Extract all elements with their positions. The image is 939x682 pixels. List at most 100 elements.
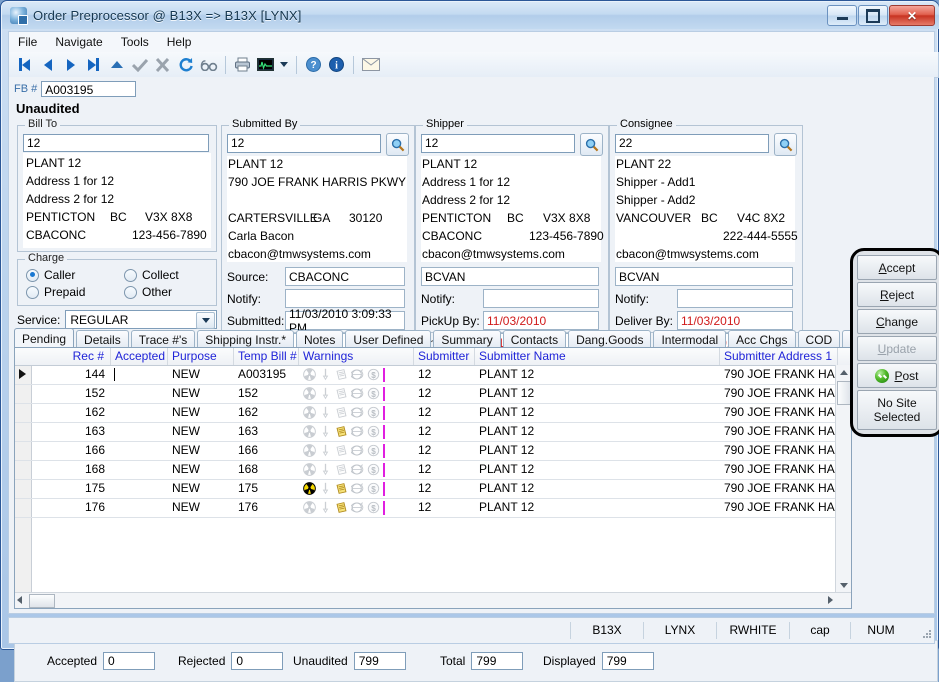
tab-acc-chgs[interactable]: Acc Chgs bbox=[728, 330, 795, 348]
table-row[interactable]: 162NEW162$12PLANT 12790 JOE FRANK HARRIS bbox=[15, 403, 851, 423]
monitor-button[interactable] bbox=[254, 54, 277, 75]
total-displayed-value[interactable]: 799 bbox=[602, 652, 654, 670]
cell-warnings[interactable]: $ bbox=[299, 403, 414, 422]
grid-header-rec[interactable]: Rec # bbox=[31, 348, 111, 365]
grid-header-accepted[interactable]: Accepted bbox=[111, 348, 168, 365]
cell-submitter-name[interactable]: PLANT 12 bbox=[475, 498, 720, 517]
cell-address1[interactable]: 790 JOE FRANK HARRIS bbox=[720, 422, 838, 441]
cell-warnings[interactable]: $ bbox=[299, 422, 414, 441]
cell-submitter[interactable]: 12 bbox=[414, 498, 475, 517]
consignee-code-input[interactable]: 22 bbox=[615, 134, 769, 153]
grid-header-warnings[interactable]: Warnings bbox=[299, 348, 414, 365]
source-input[interactable]: CBACONC bbox=[285, 267, 405, 286]
table-row[interactable]: 144NEWA003195$12PLANT 12790 JOE FRANK HA… bbox=[15, 365, 851, 385]
help-button[interactable]: ? bbox=[302, 54, 325, 75]
cell-temp-bill[interactable]: 166 bbox=[234, 441, 299, 460]
consignee-search-button[interactable] bbox=[774, 133, 797, 156]
last-record-button[interactable] bbox=[82, 54, 105, 75]
grid-header-temp-bill[interactable]: Temp Bill # bbox=[234, 348, 299, 365]
menu-navigate[interactable]: Navigate bbox=[46, 33, 111, 51]
cell-address1[interactable]: 790 JOE FRANK HARRIS bbox=[720, 460, 838, 479]
shipper-search-button[interactable] bbox=[580, 133, 603, 156]
tab-summary[interactable]: Summary bbox=[433, 330, 500, 348]
tab-details[interactable]: Details bbox=[76, 330, 129, 348]
cell-warnings[interactable]: $ bbox=[299, 479, 414, 498]
cell-accepted[interactable] bbox=[111, 422, 168, 441]
cell-warnings[interactable]: $ bbox=[299, 365, 414, 384]
charge-radio-prepaid[interactable]: Prepaid bbox=[26, 285, 85, 299]
table-row[interactable]: 163NEW163$12PLANT 12790 JOE FRANK HARRIS bbox=[15, 422, 851, 442]
cell-accepted[interactable] bbox=[111, 441, 168, 460]
cell-submitter-name[interactable]: PLANT 12 bbox=[475, 460, 720, 479]
grid-header-purpose[interactable]: Purpose bbox=[168, 348, 234, 365]
refresh-button[interactable] bbox=[174, 54, 197, 75]
cell-submitter[interactable]: 12 bbox=[414, 479, 475, 498]
cell-warnings[interactable]: $ bbox=[299, 441, 414, 460]
grid-horizontal-scrollbar[interactable] bbox=[15, 592, 851, 608]
reject-button[interactable] bbox=[151, 54, 174, 75]
cell-purpose[interactable]: NEW bbox=[168, 422, 234, 441]
cell-temp-bill[interactable]: 168 bbox=[234, 460, 299, 479]
cell-temp-bill[interactable]: 176 bbox=[234, 498, 299, 517]
charge-radio-caller[interactable]: Caller bbox=[26, 268, 75, 282]
resize-grip-icon[interactable] bbox=[917, 624, 931, 638]
table-row[interactable]: 166NEW166$12PLANT 12790 JOE FRANK HARRIS bbox=[15, 441, 851, 461]
cell-purpose[interactable]: NEW bbox=[168, 441, 234, 460]
table-row[interactable]: 168NEW168$12PLANT 12790 JOE FRANK HARRIS bbox=[15, 460, 851, 480]
tab-pending[interactable]: Pending bbox=[14, 328, 74, 348]
cell-accepted[interactable] bbox=[111, 384, 168, 403]
total-accepted-value[interactable]: 0 bbox=[103, 652, 155, 670]
cell-purpose[interactable]: NEW bbox=[168, 498, 234, 517]
total-rejected-value[interactable]: 0 bbox=[231, 652, 283, 670]
cell-address1[interactable]: 790 JOE FRANK HARRIS bbox=[720, 498, 838, 517]
post-action-button[interactable]: Post bbox=[857, 363, 937, 388]
shipper-code-input[interactable]: 12 bbox=[421, 134, 575, 153]
grid-header-submitter[interactable]: Submitter bbox=[414, 348, 475, 365]
cell-rec[interactable]: 176 bbox=[31, 498, 111, 517]
menu-file[interactable]: File bbox=[9, 33, 46, 51]
tab-contacts[interactable]: Contacts bbox=[503, 330, 566, 348]
chevron-right-icon[interactable] bbox=[828, 596, 833, 604]
cell-rec[interactable]: 163 bbox=[31, 422, 111, 441]
charge-radio-other[interactable]: Other bbox=[124, 285, 172, 299]
tab-user-defined[interactable]: User Defined bbox=[345, 330, 431, 348]
cell-submitter[interactable]: 12 bbox=[414, 403, 475, 422]
grid-vertical-scrollbar[interactable] bbox=[835, 365, 851, 592]
cell-submitter-name[interactable]: PLANT 12 bbox=[475, 422, 720, 441]
grid-header-submitter-name[interactable]: Submitter Name bbox=[475, 348, 720, 365]
tab-cod[interactable]: COD bbox=[798, 330, 841, 348]
cell-warnings[interactable]: $ bbox=[299, 460, 414, 479]
chevron-left-icon[interactable] bbox=[17, 596, 22, 604]
cell-rec[interactable]: 175 bbox=[31, 479, 111, 498]
cell-purpose[interactable]: NEW bbox=[168, 384, 234, 403]
first-record-button[interactable] bbox=[13, 54, 36, 75]
cell-submitter[interactable]: 12 bbox=[414, 365, 475, 384]
cell-submitter-name[interactable]: PLANT 12 bbox=[475, 479, 720, 498]
pickup-by-input[interactable]: 11/03/2010 bbox=[483, 311, 599, 330]
tab-dangerous-goods[interactable]: Dang.Goods bbox=[568, 330, 651, 348]
menu-help[interactable]: Help bbox=[158, 33, 201, 51]
cell-submitter[interactable]: 12 bbox=[414, 460, 475, 479]
total-total-value[interactable]: 799 bbox=[471, 652, 523, 670]
table-row[interactable]: 175NEW175$12PLANT 12790 JOE FRANK HARRIS bbox=[15, 479, 851, 499]
grid-header-submitter-address[interactable]: Submitter Address 1 bbox=[720, 348, 838, 365]
cell-submitter[interactable]: 12 bbox=[414, 422, 475, 441]
cell-address1[interactable]: 790 JOE FRANK HARRIS bbox=[720, 365, 838, 384]
horizontal-scroll-thumb[interactable] bbox=[29, 594, 55, 608]
table-row[interactable]: 152NEW152$12PLANT 12790 JOE FRANK HARRIS bbox=[15, 384, 851, 404]
cell-rec[interactable]: 166 bbox=[31, 441, 111, 460]
tab-shipping-instr[interactable]: Shipping Instr.* bbox=[197, 330, 294, 348]
next-record-button[interactable] bbox=[59, 54, 82, 75]
cell-rec[interactable]: 162 bbox=[31, 403, 111, 422]
up-button[interactable] bbox=[105, 54, 128, 75]
tab-notes[interactable]: Notes bbox=[296, 330, 343, 348]
vertical-scroll-thumb[interactable] bbox=[837, 381, 851, 405]
glasses-button[interactable] bbox=[197, 54, 220, 75]
change-action-button[interactable]: Change bbox=[857, 309, 937, 334]
cell-purpose[interactable]: NEW bbox=[168, 460, 234, 479]
tab-intermodal[interactable]: Intermodal bbox=[653, 330, 726, 348]
cell-address1[interactable]: 790 JOE FRANK HARRIS bbox=[720, 403, 838, 422]
reject-action-button[interactable]: Reject bbox=[857, 282, 937, 307]
cell-warnings[interactable]: $ bbox=[299, 498, 414, 517]
cell-rec[interactable]: 144 bbox=[31, 365, 111, 384]
